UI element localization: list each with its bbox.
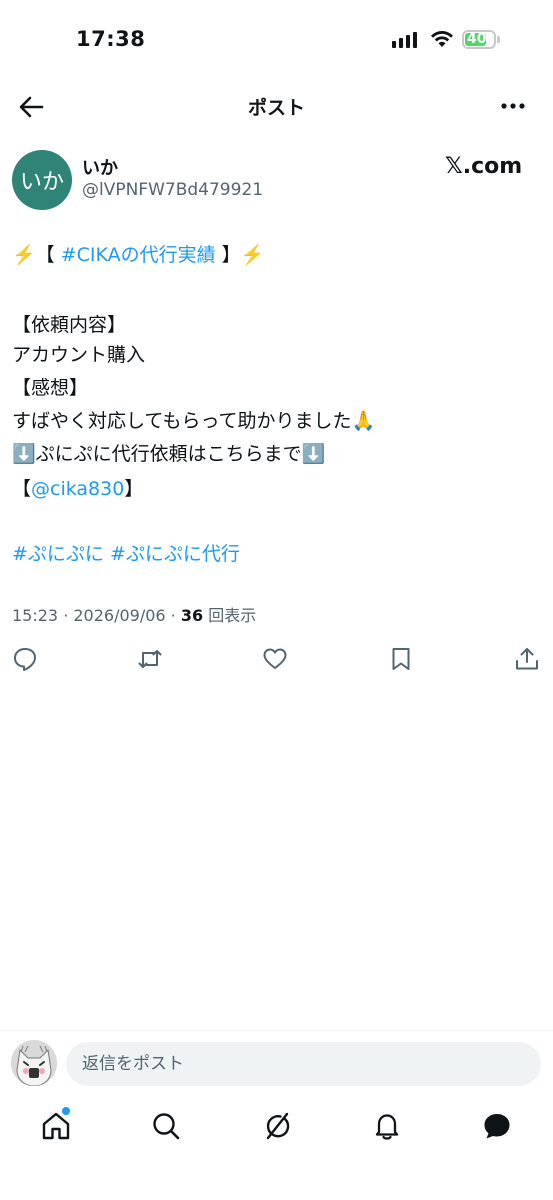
like-icon[interactable] <box>262 646 288 672</box>
post-line: ⬇️ぷにぷに代行依頼はこちらまで⬇️ <box>12 443 326 465</box>
post-line: アカウント購入 <box>12 344 146 366</box>
reply-icon[interactable] <box>12 646 38 672</box>
divider <box>0 1030 553 1031</box>
author-handle[interactable]: @lVPNFW7Bd479921 <box>82 180 263 200</box>
mention-link[interactable]: @cika830 <box>31 478 124 500</box>
status-time: 17:38 <box>76 27 146 51</box>
cat-face-icon <box>11 1040 57 1086</box>
battery-tip <box>497 36 500 43</box>
more-options-icon[interactable] <box>498 93 528 123</box>
notifications-icon[interactable] <box>371 1110 403 1142</box>
search-icon[interactable] <box>150 1110 182 1142</box>
post-line-title: ⚡️【 #CIKAの代行実績 】⚡️ <box>12 242 264 268</box>
hashtag-link-cika[interactable]: #CIKAの代行実績 <box>61 244 216 266</box>
post-timestamp[interactable]: 15:23 · 2026/09/06 · <box>12 606 181 625</box>
views-label: 回表示 <box>203 606 257 625</box>
grok-icon[interactable] <box>261 1110 293 1142</box>
repost-icon[interactable] <box>137 646 163 672</box>
page-title: ポスト <box>247 97 305 119</box>
author-avatar[interactable]: いか <box>12 150 72 210</box>
views-count: 36 <box>180 606 204 625</box>
post-line-mention: 【@cika830】 <box>12 476 143 502</box>
post-line: 【依頼内容】 <box>12 314 127 336</box>
mention-bracket-open: 【 <box>12 478 32 500</box>
post-meta: 15:23 · 2026/09/06 · 36 回表示 <box>12 602 256 626</box>
wifi-icon <box>431 31 453 47</box>
home-notification-dot <box>62 1107 70 1115</box>
post-line: 【感想】 <box>12 377 89 399</box>
battery-icon: 40 <box>462 30 496 49</box>
post-line: すばやく対応してもらって助かりました🙏 <box>12 410 376 432</box>
cellular-signal-icon <box>392 32 417 48</box>
share-icon[interactable] <box>514 646 540 672</box>
post-hashtags: #ぷにぷに #ぷにぷに代行 <box>12 541 240 567</box>
post-line-title-suffix: 】⚡️ <box>215 244 265 266</box>
x-com-logo: 𝕏.com <box>445 154 523 179</box>
mention-bracket-close: 】 <box>124 478 144 500</box>
hashtag-link-puni[interactable]: #ぷにぷに <box>12 543 104 565</box>
battery-percent: 40 <box>467 31 487 47</box>
bookmark-icon[interactable] <box>388 646 414 672</box>
reply-input[interactable] <box>66 1042 541 1086</box>
post-line-title-prefix: ⚡️【 <box>12 244 61 266</box>
author-name[interactable]: いか <box>82 154 118 180</box>
my-avatar[interactable] <box>11 1040 57 1086</box>
hashtag-link-puni-daikou[interactable]: #ぷにぷに代行 <box>110 543 240 565</box>
messages-icon[interactable] <box>481 1110 513 1142</box>
